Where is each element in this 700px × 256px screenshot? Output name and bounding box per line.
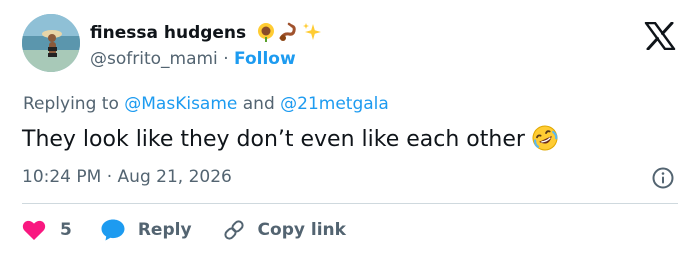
replying-to-prefix: Replying to bbox=[23, 94, 119, 114]
reply-label[interactable]: Reply bbox=[138, 220, 192, 240]
mention-maskisame[interactable]: @MasKisame bbox=[124, 94, 237, 114]
name-emojis bbox=[256, 22, 324, 43]
tweet-body: They look like they don’t even like each… bbox=[22, 127, 525, 152]
copy-link-button[interactable]: Copy link bbox=[222, 218, 346, 242]
user-handle[interactable]: @sofrito_mami bbox=[90, 49, 218, 69]
rolling-laughing-icon bbox=[532, 125, 558, 151]
heart-icon bbox=[22, 220, 46, 240]
display-name[interactable]: finessa hudgens bbox=[90, 22, 324, 43]
handle-row: @sofrito_mami · Follow bbox=[90, 49, 296, 69]
replying-to-line: Replying to @MasKisame and @21metgala bbox=[23, 94, 389, 114]
tweet-time[interactable]: 10:24 PM bbox=[22, 167, 101, 187]
x-logo-icon[interactable] bbox=[644, 22, 676, 50]
sparkles-icon bbox=[303, 23, 322, 40]
action-bar: 5 Reply Copy link bbox=[22, 216, 346, 244]
sunflower-icon bbox=[258, 23, 275, 42]
link-icon bbox=[223, 220, 244, 240]
tweet-text: They look like they don’t even like each… bbox=[22, 124, 559, 152]
speech-bubble-icon bbox=[101, 219, 125, 241]
handle-separator: · bbox=[223, 49, 229, 69]
tweet-date[interactable]: Aug 21, 2026 bbox=[118, 167, 232, 187]
avatar[interactable] bbox=[22, 14, 80, 72]
meta-separator: · bbox=[106, 167, 113, 187]
display-name-text[interactable]: finessa hudgens bbox=[90, 23, 246, 43]
follow-button[interactable]: Follow bbox=[234, 49, 296, 69]
copy-link-label[interactable]: Copy link bbox=[258, 220, 346, 240]
reply-button[interactable]: Reply bbox=[100, 218, 192, 242]
like-count[interactable]: 5 bbox=[60, 220, 72, 240]
replying-to-conjunction: and bbox=[242, 94, 275, 114]
scorpion-icon bbox=[279, 22, 296, 41]
tweet-timestamp[interactable]: 10:24 PM · Aug 21, 2026 bbox=[22, 167, 232, 187]
info-icon[interactable] bbox=[651, 166, 675, 190]
mention-21metgala[interactable]: @21metgala bbox=[280, 94, 389, 114]
divider bbox=[22, 203, 678, 204]
like-button[interactable]: 5 bbox=[22, 219, 72, 241]
